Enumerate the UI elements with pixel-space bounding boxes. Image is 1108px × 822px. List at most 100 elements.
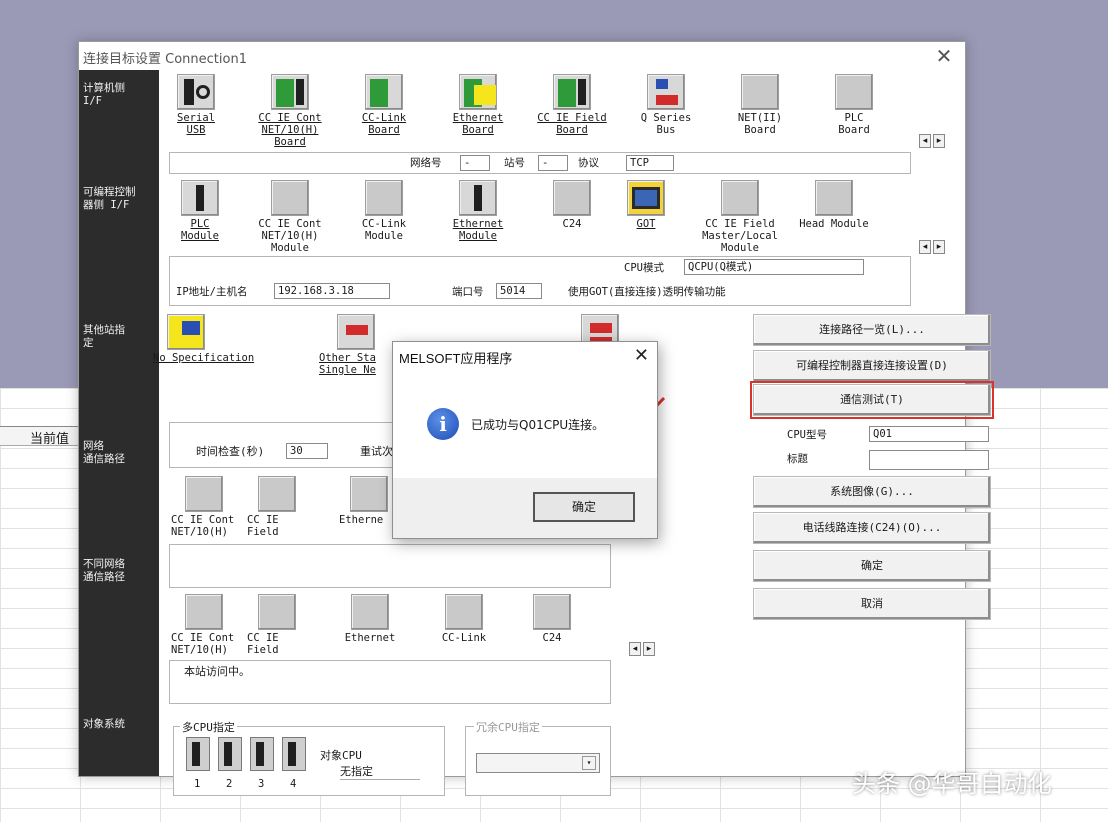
dialog-title: MELSOFT应用程序 [399,351,513,366]
diff-route-cc-link[interactable]: CC-Link [419,594,509,644]
route-cc-ie-cont-icon [185,476,223,512]
head-module-icon [815,180,853,216]
plc-if-got[interactable]: GOT [601,180,691,230]
diff-route-c24[interactable]: C24 [507,594,597,644]
dialog-close-icon[interactable]: ✕ [634,345,649,366]
diff-route-ethernet[interactable]: Ethernet [325,594,415,644]
pc-if-net-ii[interactable]: NET(II) Board [715,74,805,136]
scroll-right-icon[interactable]: ▸ [933,134,945,148]
serial-usb-icon [177,74,215,110]
timing-box: 时间检查(秒) 30 重试次 [169,422,399,468]
multi-cpu-chips [186,737,306,771]
cc-ie-cont-board-icon [271,74,309,110]
success-dialog: MELSOFT应用程序 ✕ i 已成功与Q01CPU连接。 确定 [392,341,658,539]
cc-ie-cont-module-icon [271,180,309,216]
sidebar: 计算机侧 I/F 可编程控制 器侧 I/F 其他站指 定 网络 通信路径 不同网… [79,70,159,776]
pc-if-cc-ie-field[interactable]: CC IE Field Board [527,74,617,136]
cpu-4-icon[interactable] [282,737,306,771]
pc-if-info-box: 网络号 - 站号 - 协议 TCP [169,152,911,174]
redundant-cpu-select[interactable]: ▾ [476,753,600,773]
direct-connect-button[interactable]: 可编程控制器直接连接设置(D) [753,350,991,382]
plc-if-head-module[interactable]: Head Module [789,180,879,230]
remark-field [869,450,989,470]
window-close-icon[interactable]: ✕ [933,44,955,68]
sidebar-label-diff-network-route: 不同网络 通信路径 [83,558,125,583]
plc-if-plc-module[interactable]: PLC Module [155,180,245,242]
multi-cpu-group: 多CPU指定 1 2 3 4 对象CPU 无指定 [173,719,445,796]
pc-if-cc-link[interactable]: CC-Link Board [339,74,429,136]
cpu-mode-field[interactable]: QCPU(Q模式) [684,259,864,275]
plc-if-scroll-arrows[interactable]: ◂ ▸ [919,240,947,254]
scroll-left-icon[interactable]: ◂ [629,642,641,656]
system-image-button[interactable]: 系统图像(G)... [753,476,991,508]
network-route-ethernet[interactable]: Etherne [339,476,399,526]
cpu-type-field: Q01 [869,426,989,442]
cancel-button[interactable]: 取消 [753,588,991,620]
net-ii-board-icon [741,74,779,110]
dialog-ok-button[interactable]: 确定 [533,492,635,522]
network-route-cc-ie-field[interactable]: CC IE Field [247,476,307,538]
cc-ie-field-module-icon [721,180,759,216]
pc-if-serial-usb[interactable]: Serial USB [151,74,241,136]
diff-route-note-box: 本站访问中。 [169,660,611,704]
diff-cc-ie-cont-icon [185,594,223,630]
other-station-single-network[interactable]: Other Sta Single Ne [319,314,393,376]
diff-route-note: 本站访问中。 [184,665,250,678]
protocol-field[interactable]: TCP [626,155,674,171]
ip-address-field[interactable]: 192.168.3.18 [274,283,390,299]
no-specification-icon [167,314,205,350]
diff-c24-icon [533,594,571,630]
ok-button[interactable]: 确定 [753,550,991,582]
sidebar-label-pc-if: 计算机侧 I/F [83,82,125,107]
dropdown-arrow-icon: ▾ [582,756,596,770]
scroll-left-icon[interactable]: ◂ [919,240,931,254]
plc-if-info-box: CPU模式 QCPU(Q模式) IP地址/主机名 192.168.3.18 端口… [169,256,911,306]
target-cpu-value: 无指定 [340,765,420,780]
station-number-field[interactable]: - [538,155,568,171]
pc-if-scroll-arrows[interactable]: ◂ ▸ [919,134,947,148]
diff-route-scroll-arrows[interactable]: ◂ ▸ [629,642,657,656]
ethernet-board-icon [459,74,497,110]
network-route-cc-ie-cont[interactable]: CC IE Cont NET/10(H) [159,476,249,538]
scroll-left-icon[interactable]: ◂ [919,134,931,148]
sidebar-label-other-station: 其他站指 定 [83,324,125,349]
cc-link-board-icon [365,74,403,110]
dialog-footer: 确定 [393,478,657,538]
plc-if-ethernet[interactable]: Ethernet Module [433,180,523,242]
diff-route-cc-ie-cont[interactable]: CC IE Cont NET/10(H) [159,594,249,656]
comm-test-button[interactable]: 通信测试(T) [750,381,994,419]
scroll-right-icon[interactable]: ▸ [933,240,945,254]
redundant-cpu-group: 冗余CPU指定 ▾ [465,719,611,796]
diff-cc-link-icon [445,594,483,630]
cpu-1-icon[interactable] [186,737,210,771]
timeout-field[interactable]: 30 [286,443,328,459]
other-station-no-spec[interactable]: No Specification [153,314,283,364]
pc-if-q-series-bus[interactable]: Q Series Bus [621,74,711,136]
route-list-button[interactable]: 连接路径一览(L)... [753,314,991,346]
diff-ethernet-icon [351,594,389,630]
pc-if-cc-ie-cont[interactable]: CC IE Cont NET/10(H) Board [245,74,335,148]
scroll-right-icon[interactable]: ▸ [643,642,655,656]
cpu-2-icon[interactable] [218,737,242,771]
diff-route-cc-ie-field[interactable]: CC IE Field [247,594,307,656]
dialog-message: 已成功与Q01CPU连接。 [471,418,605,432]
plc-board-icon [835,74,873,110]
sidebar-label-plc-if: 可编程控制 器侧 I/F [83,186,136,211]
sidebar-label-target-system: 对象系统 [83,718,125,730]
plc-if-cc-ie-field[interactable]: CC IE Field Master/Local Module [695,180,785,254]
pc-if-ethernet[interactable]: Ethernet Board [433,74,523,136]
pc-if-plc-board[interactable]: PLC Board [809,74,899,136]
port-number-field[interactable]: 5014 [496,283,542,299]
got-transparent-note: 使用GOT(直接连接)透明传输功能 [568,286,726,298]
other-station-single-icon [337,314,375,350]
phone-line-button[interactable]: 电话线路连接(C24)(O)... [753,512,991,544]
plc-if-cc-link[interactable]: CC-Link Module [339,180,429,242]
cpu-3-icon[interactable] [250,737,274,771]
plc-if-cc-ie-cont[interactable]: CC IE Cont NET/10(H) Module [245,180,335,254]
route-ethernet-icon [350,476,388,512]
window-title: 连接目标设置 Connection1 [83,52,247,67]
cc-link-module-icon [365,180,403,216]
cc-ie-field-board-icon [553,74,591,110]
got-icon [627,180,665,216]
network-number-field[interactable]: - [460,155,490,171]
